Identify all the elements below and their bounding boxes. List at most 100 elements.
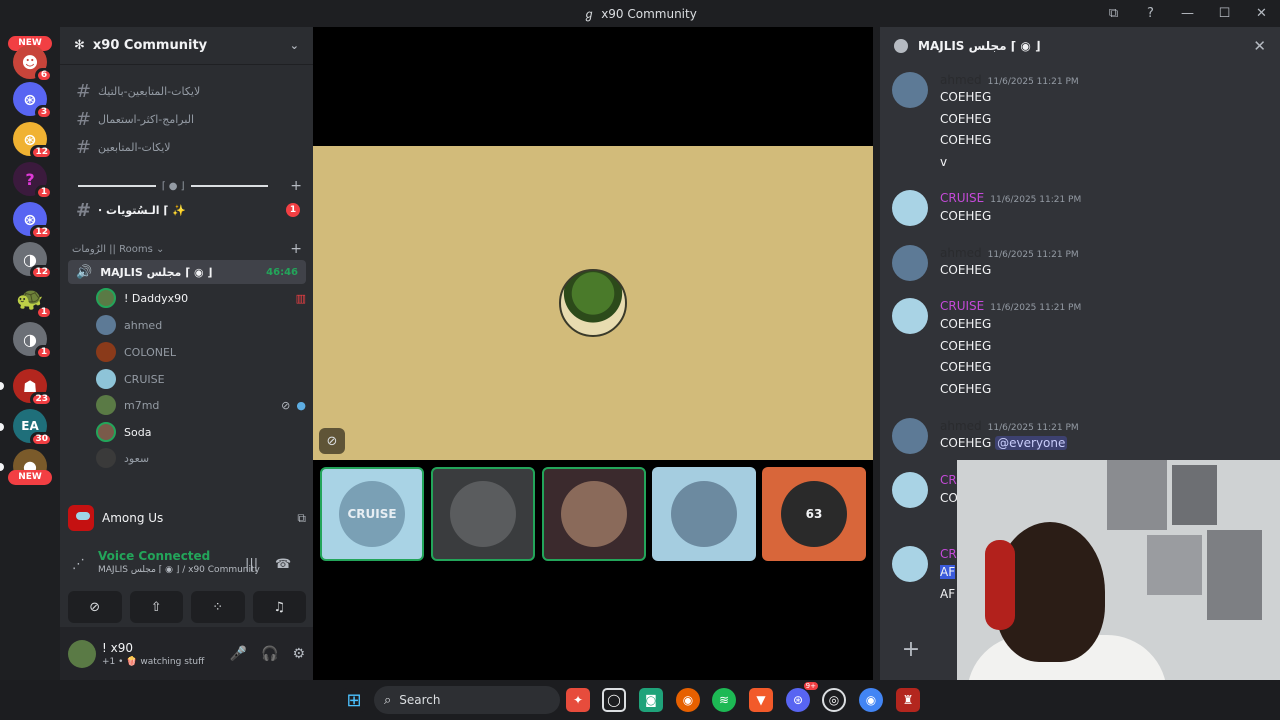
spotify-icon[interactable]: ≋	[712, 688, 736, 712]
message-text-selected: AF	[940, 565, 956, 579]
member-name: m7md	[124, 398, 160, 412]
server-icon[interactable]: ☻ 6	[13, 45, 53, 83]
game-icon[interactable]: ♜	[896, 688, 920, 712]
share-screen-button[interactable]: ⇧	[129, 591, 183, 623]
copilot-icon[interactable]: ✦	[566, 688, 590, 712]
text-channel-unread[interactable]: # ⋅ الـسُتويات ⌈ ✨ 1	[68, 197, 306, 223]
firefox-icon[interactable]: ◉	[676, 688, 700, 712]
avatar[interactable]	[892, 472, 928, 508]
message-text: COEHEG	[940, 133, 992, 147]
wall-poster	[1172, 465, 1217, 525]
avatar[interactable]	[892, 298, 928, 334]
server-icon[interactable]: ◑ 12	[13, 242, 53, 280]
ea-server-icon[interactable]: EA 30	[13, 409, 53, 447]
participant-avatar	[559, 269, 627, 337]
voice-member[interactable]: COLONEL	[96, 340, 306, 364]
focused-participant[interactable]: ⊘	[313, 146, 873, 460]
message-author[interactable]: CR	[940, 473, 957, 487]
windows-start-icon[interactable]: ⊞	[342, 688, 366, 712]
voice-connected-title[interactable]: Voice Connected	[98, 549, 301, 563]
app-icon[interactable]: ◯	[602, 688, 626, 712]
whatsapp-icon[interactable]: ◙	[639, 688, 663, 712]
muted-icon: ⊘	[281, 398, 291, 412]
message-timestamp: 11/6/2025 11:21 PM	[990, 303, 1082, 313]
unread-badge: 12	[30, 265, 53, 280]
member-name: ahmed	[124, 318, 163, 332]
message-text: COEHEG	[940, 209, 992, 223]
activities-button[interactable]: ⁘	[191, 591, 245, 623]
close-icon[interactable]: ✕	[1253, 37, 1266, 55]
close-window-button[interactable]: ✕	[1243, 6, 1280, 21]
camera-off-button[interactable]: ⊘	[68, 591, 122, 623]
message-text: COEHEG	[940, 339, 992, 353]
message-author[interactable]: ahmed	[940, 246, 982, 260]
participant-tile[interactable]: CRUISE	[320, 467, 424, 561]
avatar	[96, 369, 116, 389]
message-author[interactable]: CRUISE	[940, 299, 984, 313]
discord-server-icon[interactable]: ⊛ 3	[13, 82, 53, 120]
message-text: COEHEG @everyone	[940, 436, 1068, 450]
noise-suppression-icon[interactable]: |||	[245, 557, 258, 572]
activity-card[interactable]: Among Us ⧉	[68, 501, 306, 535]
server-icon[interactable]: ☗ 23	[13, 369, 53, 407]
question-server-icon[interactable]: ? 1	[13, 162, 53, 200]
headphones-icon	[985, 540, 1015, 630]
add-channel-icon[interactable]: +	[290, 241, 302, 257]
microphone-icon[interactable]: 🎤	[230, 646, 247, 662]
category-rooms[interactable]: الرُومات || Rooms ⌄ +	[72, 241, 302, 257]
server-icon[interactable]: ◑ 1	[13, 322, 53, 360]
obs-icon[interactable]: ◎	[822, 688, 846, 712]
popout-icon[interactable]: ⧉	[297, 511, 306, 526]
soundboard-button[interactable]: ♫	[252, 591, 306, 623]
add-attachment-button[interactable]: +	[896, 635, 926, 665]
window-controls: ⧉ ? — ☐ ✕	[1095, 0, 1280, 27]
participant-tile[interactable]	[542, 467, 646, 561]
participant-tile[interactable]	[652, 467, 756, 561]
gear-icon[interactable]: ⚙	[292, 646, 305, 662]
avatar[interactable]	[892, 418, 928, 454]
message-timestamp: 11/6/2025 11:21 PM	[990, 195, 1082, 205]
message-author[interactable]: ahmed	[940, 73, 982, 87]
discord-server-icon[interactable]: ⊛ 12	[13, 122, 53, 160]
voice-channel-majlis[interactable]: 🔊 MAJLIS مجلس ⌈ ◉ ⌋ 46:46	[68, 260, 306, 284]
discord-icon[interactable]: ⊛ 9+	[786, 682, 818, 712]
avatar[interactable]	[892, 546, 928, 582]
avatar[interactable]	[892, 245, 928, 281]
voice-member[interactable]: Soda	[96, 420, 306, 444]
voice-member[interactable]: m7md ⊘ ●	[96, 393, 306, 417]
help-icon[interactable]: ?	[1132, 6, 1169, 21]
server-header[interactable]: ✻ x90 Community ⌄	[60, 27, 313, 65]
minimize-button[interactable]: —	[1169, 6, 1206, 21]
everyone-mention[interactable]: @everyone	[995, 436, 1068, 450]
taskbar-search[interactable]: ⌕ Search	[374, 686, 560, 714]
turtle-server-icon[interactable]: 🐢 1	[13, 282, 53, 320]
participant-avatar	[561, 481, 627, 547]
message-author[interactable]: CRUISE	[940, 191, 984, 205]
text-channel[interactable]: # البرامج-اكثر-استعمال	[68, 106, 306, 132]
message-author[interactable]: CR	[940, 547, 957, 561]
divider-line	[190, 185, 269, 187]
avatar[interactable]	[892, 190, 928, 226]
avatar[interactable]	[892, 72, 928, 108]
title-bar: ℊ x90 Community ⧉ ? — ☐ ✕	[0, 0, 1280, 27]
brave-icon[interactable]: ▼	[749, 688, 773, 712]
headphones-icon[interactable]: 🎧	[261, 646, 278, 662]
participant-tile[interactable]	[431, 467, 535, 561]
disconnect-icon[interactable]: ☎	[275, 557, 291, 572]
voice-member[interactable]: CRUISE	[96, 367, 306, 391]
voice-member[interactable]: سعود	[96, 446, 306, 470]
channel-name: ⋅ الـسُتويات ⌈ ✨	[98, 203, 186, 217]
text-channel[interactable]: # لايكات-المتابعين	[68, 134, 306, 160]
chrome-icon[interactable]: ◉	[859, 688, 883, 712]
voice-member[interactable]: ! Daddyx90 ▥	[96, 286, 306, 310]
voice-connected-subtitle[interactable]: MAJLIS مجلس ⌈ ◉ ⌋ / x90 Community	[98, 565, 301, 575]
discord-server-icon[interactable]: ⊛ 12	[13, 202, 53, 240]
voice-member[interactable]: ahmed	[96, 313, 306, 337]
message-author[interactable]: ahmed	[940, 419, 982, 433]
maximize-button[interactable]: ☐	[1206, 6, 1243, 21]
inbox-icon[interactable]: ⧉	[1095, 6, 1132, 21]
participant-tile[interactable]: 63	[762, 467, 866, 561]
text-channel[interactable]: # لايكات-المتابعين-بالتيك	[68, 78, 306, 104]
avatar[interactable]	[68, 639, 96, 668]
add-channel-icon[interactable]: +	[290, 178, 302, 194]
